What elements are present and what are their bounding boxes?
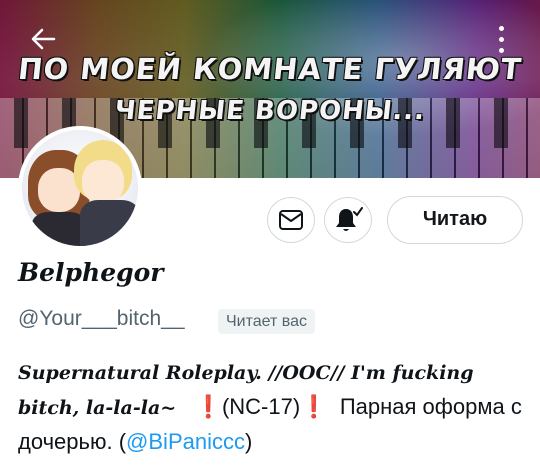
exclamation-icon: ❗ <box>300 394 328 419</box>
banner-text-line-2: ЧЕРНЫЕ ВОРОНЫ... <box>113 96 427 126</box>
bell-check-icon <box>336 207 363 231</box>
exclamation-icon: ❗ <box>194 394 222 419</box>
follows-you-badge: Читает вас <box>218 309 316 334</box>
back-button[interactable] <box>26 24 60 54</box>
banner-text-line-1: ПО МОЕЙ КОМНАТЕ ГУЛЯЮТ <box>16 52 524 86</box>
bio-rating: (NC-17) <box>221 394 301 419</box>
vertical-dots-icon <box>499 37 504 42</box>
bio-text-end: ) <box>244 429 253 454</box>
arrow-left-icon <box>31 28 56 50</box>
username: @Your___bitch__ <box>18 307 185 330</box>
following-button[interactable]: Читаю <box>387 196 523 244</box>
message-button[interactable] <box>267 197 315 243</box>
avatar-body-right <box>80 200 138 246</box>
vertical-dots-icon <box>499 26 504 31</box>
avatar[interactable] <box>18 126 142 250</box>
avatar-body-left <box>32 212 86 246</box>
notifications-button[interactable] <box>324 197 372 243</box>
bio-spacer <box>182 394 188 419</box>
vertical-dots-icon <box>499 48 504 53</box>
bio-mention-link[interactable]: @BiPaniccc <box>126 429 245 454</box>
bio: Supernatural Roleplay. //OOC// I'm fucki… <box>18 355 530 458</box>
envelope-icon <box>279 210 303 230</box>
display-name: Belphegor <box>18 258 164 287</box>
more-options-button[interactable] <box>492 22 512 58</box>
avatar-face-right <box>82 160 124 204</box>
